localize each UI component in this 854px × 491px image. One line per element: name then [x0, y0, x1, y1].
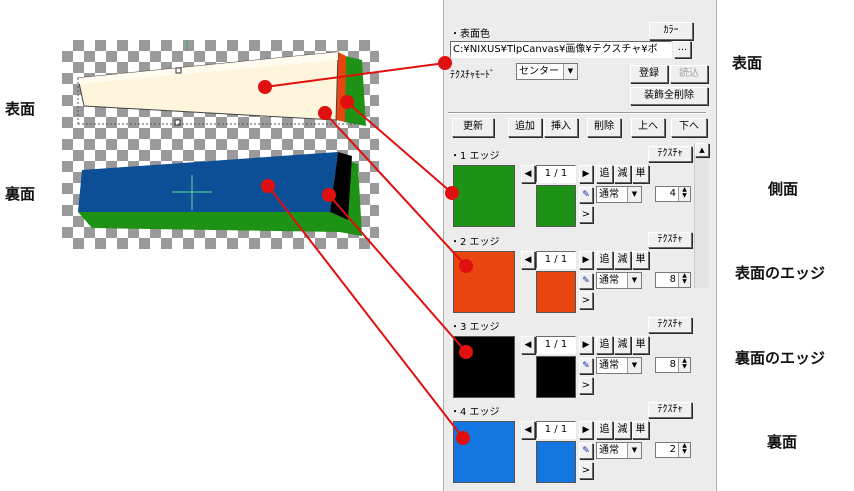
- callout-line: [346, 101, 453, 194]
- callout-dot: [459, 259, 473, 273]
- callout-dot: [258, 80, 272, 94]
- callout-dot: [438, 56, 452, 70]
- callout-dot: [445, 186, 459, 200]
- callout-dot: [261, 179, 275, 193]
- callout-line: [267, 185, 464, 439]
- callout-dot: [318, 106, 332, 120]
- callout-dot: [459, 345, 473, 359]
- callout-line: [264, 62, 446, 88]
- callout-dot: [322, 188, 336, 202]
- callout-line: [324, 112, 467, 267]
- callout-overlay: [258, 56, 473, 445]
- callout-line: [328, 194, 467, 353]
- callout-dot: [340, 95, 354, 109]
- callout-dot: [456, 431, 470, 445]
